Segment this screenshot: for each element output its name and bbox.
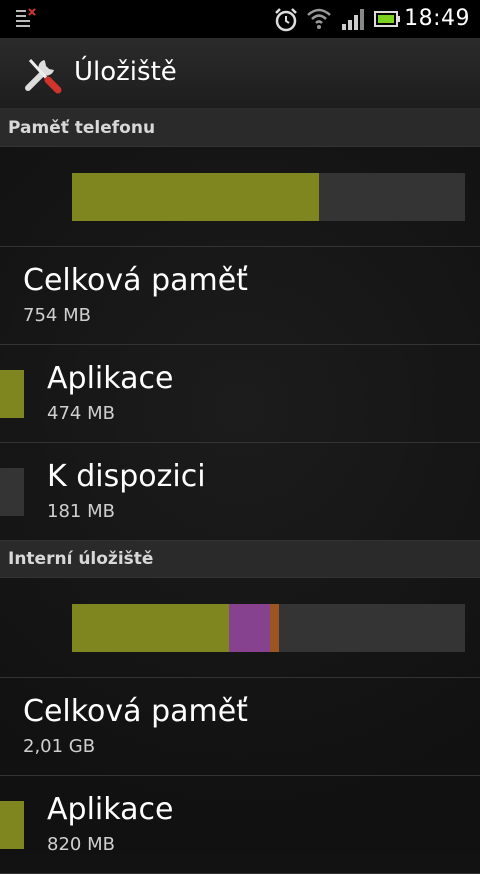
notification-icon: [16, 8, 36, 27]
apps-item[interactable]: Aplikace 820 MB: [0, 776, 480, 874]
usage-bar-row: [0, 147, 480, 247]
usage-bar: [72, 173, 465, 221]
alarm-icon: [275, 8, 297, 32]
signal-icon: [342, 9, 364, 30]
total-memory-item[interactable]: Celková paměť 754 MB: [0, 247, 480, 345]
apps-color-swatch: [0, 370, 24, 418]
usage-segment-apps: [72, 604, 230, 652]
total-memory-item[interactable]: Celková paměť 2,01 GB: [0, 678, 480, 776]
storage-list[interactable]: Paměť telefonu Celková paměť 754 MB Apli…: [0, 110, 480, 874]
tools-icon: [25, 58, 62, 94]
section-header-phone-memory: Paměť telefonu: [0, 110, 480, 147]
usage-segment-apps: [72, 173, 320, 221]
status-bar: 18:49: [0, 0, 480, 38]
battery-icon: [374, 11, 400, 27]
usage-segment-other: [270, 604, 280, 652]
usage-segment-free: [279, 604, 465, 652]
page-title: Úložiště: [74, 57, 177, 87]
action-bar: Úložiště: [0, 38, 480, 110]
available-color-swatch: [0, 468, 24, 516]
usage-segment-media: [229, 604, 271, 652]
available-item[interactable]: K dispozici 181 MB: [0, 443, 480, 541]
section-header-internal-storage: Interní úložiště: [0, 541, 480, 578]
apps-item[interactable]: Aplikace 474 MB: [0, 345, 480, 443]
usage-bar-row: [0, 578, 480, 678]
apps-color-swatch: [0, 801, 24, 849]
usage-bar: [72, 604, 465, 652]
clock: 18:49: [404, 6, 470, 31]
wifi-icon: [307, 8, 331, 29]
usage-segment-free: [319, 173, 465, 221]
